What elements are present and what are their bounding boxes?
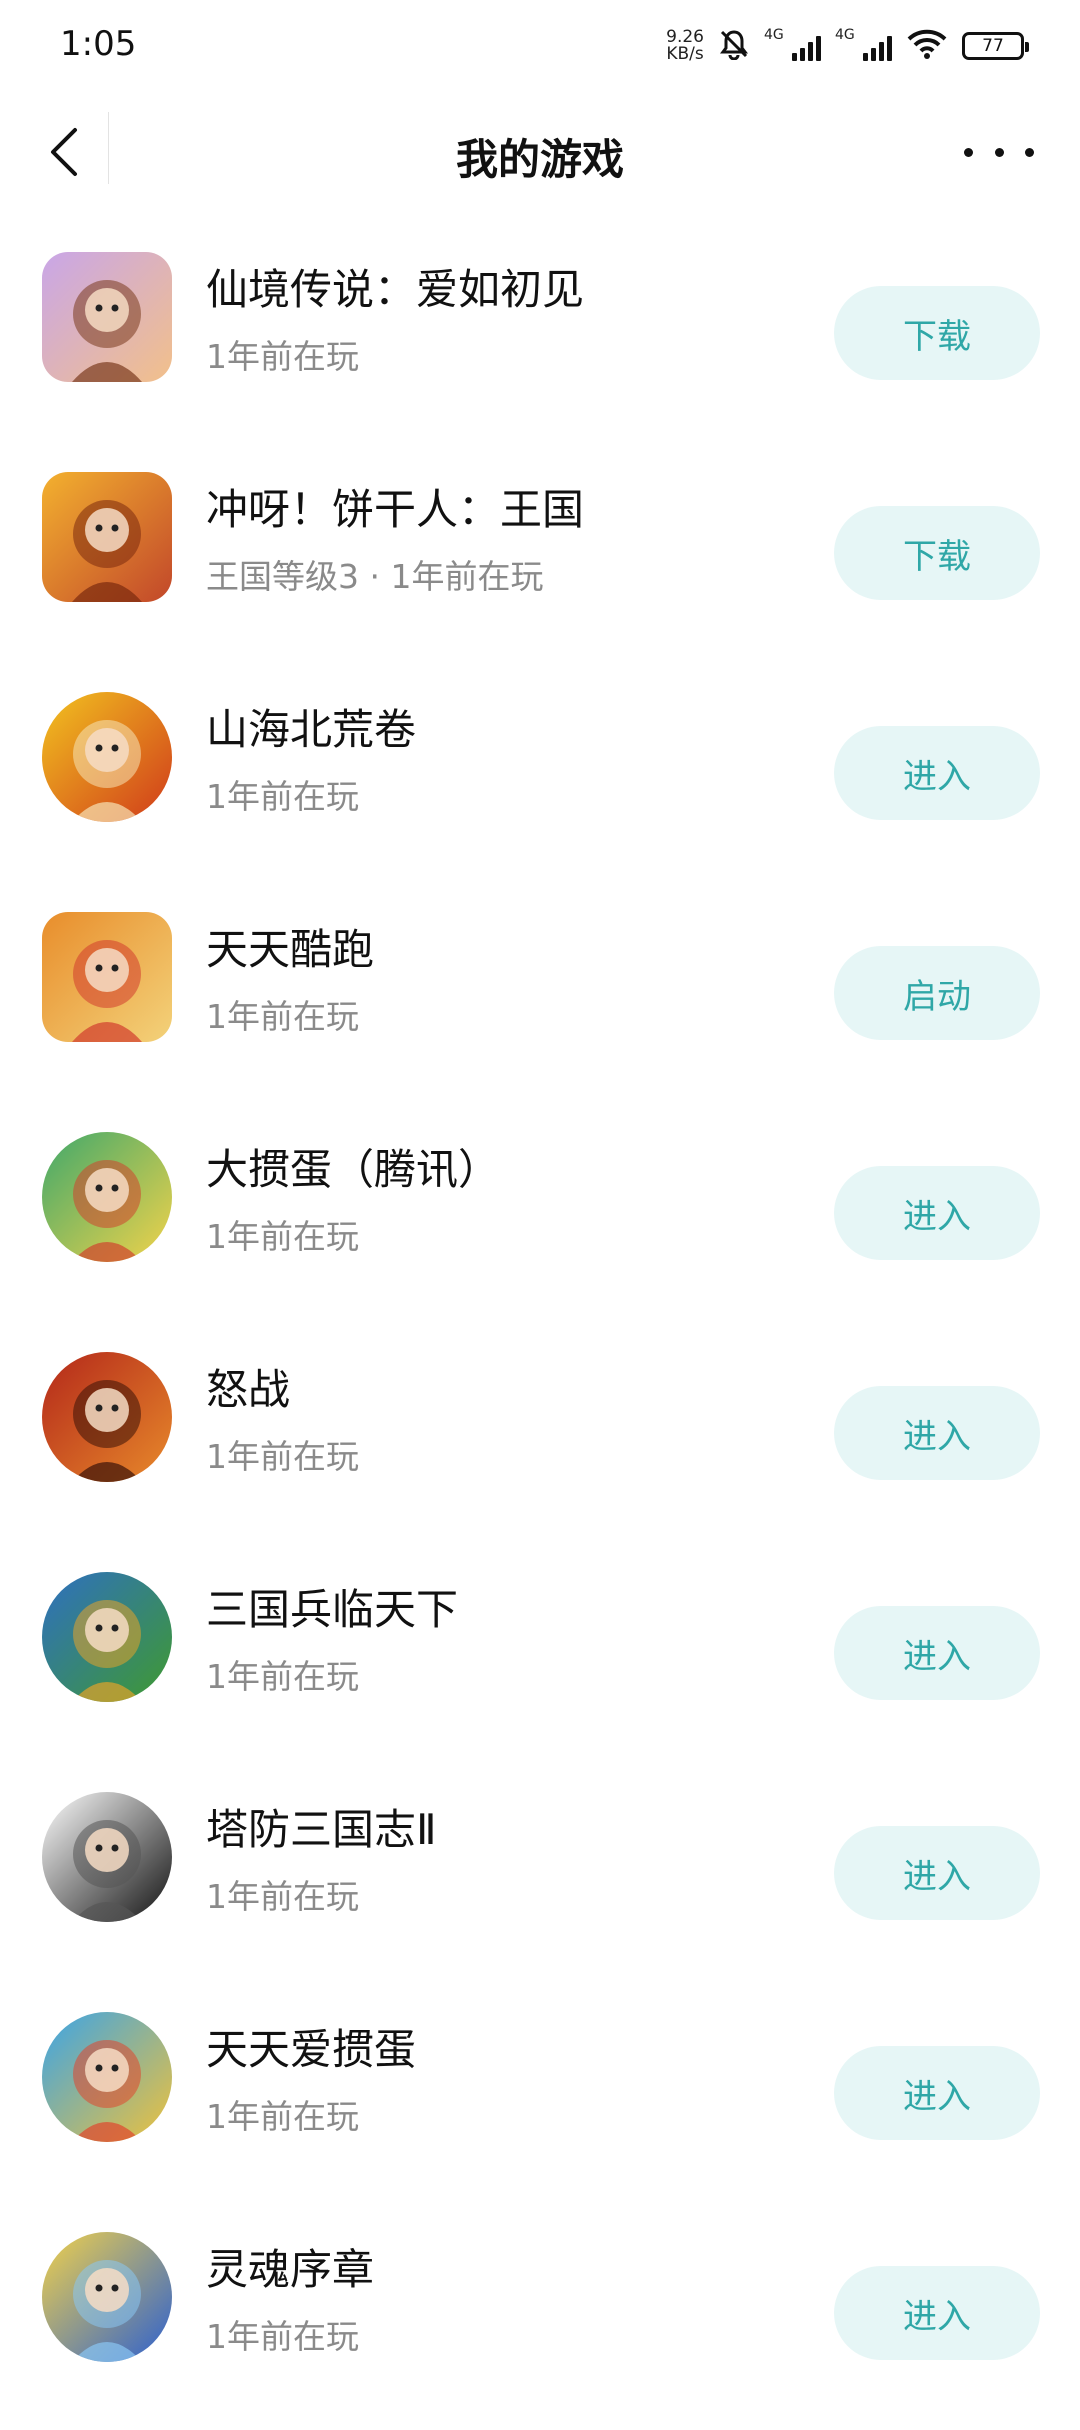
- game-row[interactable]: 三国兵临天下 1年前在玩 进入: [0, 1550, 1080, 1770]
- game-icon-ragnarok[interactable]: [42, 252, 172, 382]
- status-time: 1:05: [60, 24, 137, 64]
- game-list: 仙境传说：爱如初见 1年前在玩 下载 冲呀！饼干人：王国 王国等级3 · 1年前在玩 下载…: [0, 230, 1080, 2430]
- download-button[interactable]: 下载: [834, 286, 1040, 380]
- cell-signal-2-icon: 4G: [835, 27, 892, 61]
- more-options-button[interactable]: [964, 136, 1034, 168]
- game-title: 山海北荒卷: [206, 705, 417, 754]
- game-last-played: 1年前在玩: [206, 2097, 359, 2136]
- game-icon-nuzhan[interactable]: [42, 1352, 172, 1482]
- enter-button[interactable]: 进入: [834, 726, 1040, 820]
- game-icon-tiantian-kupao[interactable]: [42, 912, 172, 1042]
- game-icon-sanguo-binglin[interactable]: [42, 1572, 172, 1702]
- game-row[interactable]: 天天酷跑 1年前在玩 启动: [0, 890, 1080, 1110]
- game-icon-shanhai[interactable]: [42, 692, 172, 822]
- game-row[interactable]: 冲呀！饼干人：王国王国等级3 · 1年前在玩 下载: [0, 450, 1080, 670]
- enter-button[interactable]: 进入: [834, 1166, 1040, 1260]
- game-title: 天天爱掼蛋: [206, 2025, 417, 2074]
- network-speed-unit: KB/s: [666, 44, 704, 64]
- game-last-played: 1年前在玩: [206, 1437, 359, 1476]
- game-icon-guandan-tencent[interactable]: [42, 1132, 172, 1262]
- more-dot-icon: [964, 147, 973, 157]
- game-last-played: 王国等级3 · 1年前在玩: [206, 557, 544, 596]
- game-title: 大掼蛋（腾讯）: [206, 1145, 501, 1194]
- game-title: 冲呀！饼干人：王国: [206, 485, 585, 534]
- game-title: 三国兵临天下: [206, 1585, 459, 1634]
- page-title: 我的游戏: [455, 135, 624, 184]
- game-icon-cookie-run[interactable]: [42, 472, 172, 602]
- game-last-played: 1年前在玩: [206, 997, 359, 1036]
- download-button[interactable]: 下载: [834, 506, 1040, 600]
- game-icon-tiantian-guandan[interactable]: [42, 2012, 172, 2142]
- game-last-played: 1年前在玩: [206, 777, 359, 816]
- game-row[interactable]: 灵魂序章 1年前在玩 进入: [0, 2210, 1080, 2430]
- game-last-played: 1年前在玩: [206, 1217, 359, 1256]
- mute-icon: [718, 28, 750, 64]
- more-dot-icon: [1025, 147, 1034, 157]
- game-row[interactable]: 天天爱掼蛋 1年前在玩 进入: [0, 1990, 1080, 2210]
- game-title: 塔防三国志Ⅱ: [206, 1805, 437, 1854]
- more-dot-icon: [994, 147, 1004, 157]
- game-row[interactable]: 怒战 1年前在玩 进入: [0, 1330, 1080, 1550]
- game-icon-linghun-xuzhang[interactable]: [42, 2232, 172, 2362]
- game-title: 灵魂序章: [206, 2245, 375, 2294]
- enter-button[interactable]: 进入: [834, 1386, 1040, 1480]
- game-last-played: 1年前在玩: [206, 337, 359, 376]
- game-last-played: 1年前在玩: [206, 1877, 359, 1916]
- game-row[interactable]: 仙境传说：爱如初见 1年前在玩 下载: [0, 230, 1080, 450]
- cell-signal-type: 4G: [764, 27, 784, 43]
- status-bar: 1:05 9.26 KB/s 4G 4G 77: [0, 0, 1080, 90]
- wifi-icon: [906, 28, 948, 64]
- battery-icon: 77: [962, 32, 1029, 60]
- game-title: 怒战: [206, 1365, 291, 1414]
- enter-button[interactable]: 进入: [834, 1606, 1040, 1700]
- game-title: 天天酷跑: [206, 925, 375, 974]
- game-last-played: 1年前在玩: [206, 2317, 359, 2356]
- battery-level: 77: [982, 36, 1004, 56]
- enter-button[interactable]: 进入: [834, 1826, 1040, 1920]
- status-icons: 9.26 KB/s 4G 4G 77: [666, 27, 1029, 64]
- game-row[interactable]: 大掼蛋（腾讯） 1年前在玩 进入: [0, 1110, 1080, 1330]
- cell-signal-icon: 4G: [764, 27, 821, 61]
- network-speed: 9.26 KB/s: [666, 29, 704, 63]
- game-icon-tafang-sanguo[interactable]: [42, 1792, 172, 1922]
- enter-button[interactable]: 进入: [834, 2266, 1040, 2360]
- game-title: 仙境传说：爱如初见: [206, 265, 585, 314]
- game-row[interactable]: 山海北荒卷 1年前在玩 进入: [0, 670, 1080, 890]
- cell-signal-2-type: 4G: [835, 27, 855, 43]
- game-row[interactable]: 塔防三国志Ⅱ 1年前在玩 进入: [0, 1770, 1080, 1990]
- header: 我的游戏: [0, 92, 1080, 222]
- game-last-played: 1年前在玩: [206, 1657, 359, 1696]
- enter-button[interactable]: 进入: [834, 2046, 1040, 2140]
- launch-button[interactable]: 启动: [834, 946, 1040, 1040]
